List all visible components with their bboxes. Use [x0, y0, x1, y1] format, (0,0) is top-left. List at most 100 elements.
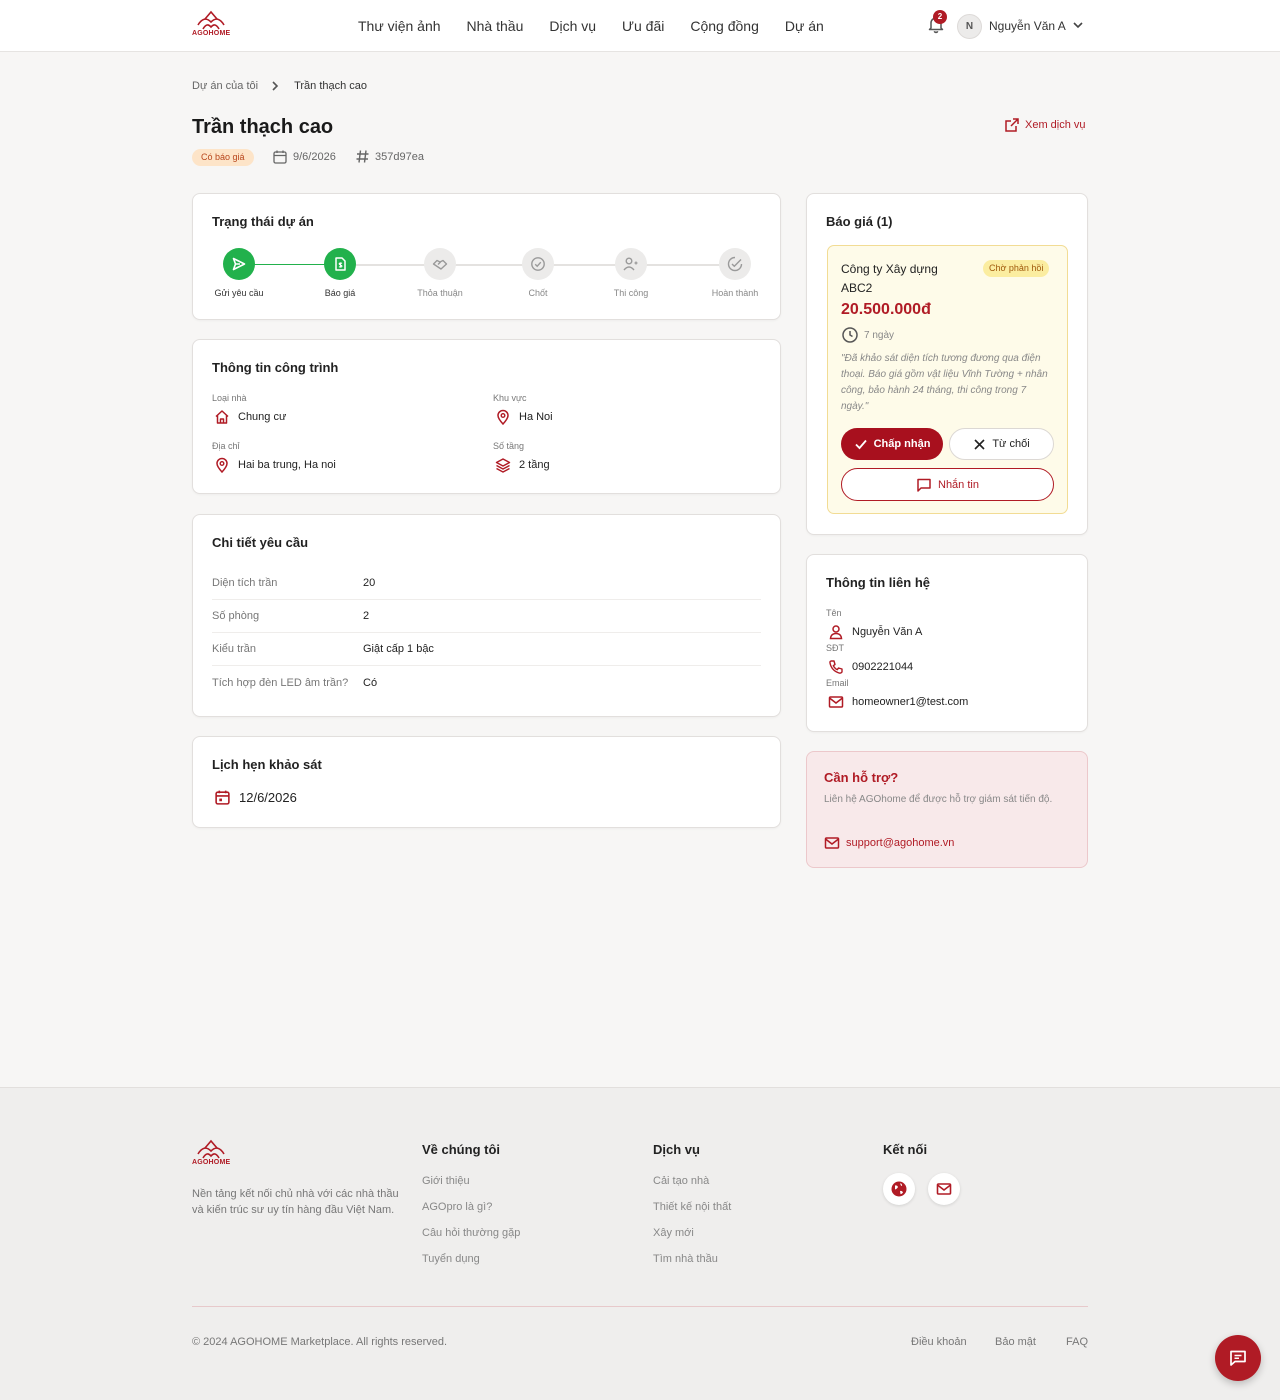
logo-text: AGOHOME [192, 1159, 231, 1166]
project-id: 357d97ea [355, 149, 424, 164]
quote-duration: 7 ngày [841, 326, 894, 344]
copyright-text: © 2024 AGOHOME Marketplace. All rights r… [192, 1336, 448, 1348]
quotes-card: Báo giá (1) Công ty Xây dựng ABC2 Chờ ph… [806, 193, 1088, 535]
map-pin-icon [497, 409, 509, 425]
mail-icon [936, 1183, 952, 1195]
area-value: Ha Noi [519, 411, 553, 423]
breadcrumb-my-projects[interactable]: Dự án của tôi [192, 80, 258, 92]
step-finalize: Chốt [498, 248, 578, 298]
nav-contractors[interactable]: Nhà thầu [467, 18, 524, 34]
house-type-value: Chung cư [238, 411, 287, 423]
logo-mark-icon [197, 1139, 225, 1159]
detail-value: Giật cấp 1 bậc [363, 643, 434, 655]
detail-value: 20 [363, 577, 376, 589]
detail-row: Số phòng 2 [212, 600, 761, 633]
contact-name: Nguyễn Văn A [828, 624, 922, 640]
handshake-icon [432, 259, 448, 270]
footer-link-faq-bottom[interactable]: FAQ [1066, 1336, 1088, 1348]
step-agreement: Thỏa thuận [400, 248, 480, 298]
chat-bubble-icon [1230, 1350, 1246, 1366]
view-service-label: Xem dịch vụ [1025, 119, 1086, 131]
project-status-badge: Có báo giá [192, 149, 254, 166]
chevron-right-icon [272, 81, 279, 91]
nav-offers[interactable]: Ưu đãi [622, 18, 664, 34]
view-service-link[interactable]: Xem dịch vụ [1004, 117, 1086, 133]
site-footer: AGOHOME Nền tảng kết nối chủ nhà với các… [0, 1087, 1280, 1400]
nav-community[interactable]: Cộng đồng [690, 18, 759, 34]
user-name[interactable]: Nguyễn Văn A [989, 19, 1066, 33]
quotes-title: Báo giá (1) [826, 214, 893, 229]
agohome-logo[interactable]: AGOHOME [192, 9, 230, 37]
nav-projects[interactable]: Dự án [785, 18, 824, 34]
accept-quote-button[interactable]: Chấp nhận [841, 428, 943, 460]
footer-link-privacy[interactable]: Bảo mật [995, 1336, 1036, 1348]
building-info-card: Thông tin công trình Loại nhà Chung cư K… [192, 339, 781, 494]
footer-link-terms[interactable]: Điều khoản [911, 1336, 967, 1348]
globe-icon [891, 1181, 907, 1197]
contact-name-label: Tên [826, 608, 842, 618]
area-label: Khu vực [493, 393, 527, 403]
phone-icon [829, 660, 843, 674]
chevron-down-icon[interactable] [1071, 18, 1085, 32]
mail-icon [824, 837, 840, 849]
contact-email: homeowner1@test.com [828, 694, 968, 710]
reject-quote-button[interactable]: Từ chối [949, 428, 1054, 460]
detail-key: Diện tích trần [212, 577, 278, 589]
footer-connect-column: Kết nối [883, 1142, 927, 1175]
floors-label: Số tầng [493, 441, 525, 451]
footer-link-careers[interactable]: Tuyển dụng [422, 1253, 520, 1267]
calendar-icon [273, 150, 287, 164]
support-email-text: support@agohome.vn [846, 837, 955, 849]
area: Ha Noi [495, 409, 553, 425]
footer-link-interior[interactable]: Thiết kế nội thất [653, 1201, 731, 1215]
website-button[interactable] [883, 1173, 915, 1205]
map-pin-icon [216, 457, 228, 473]
footer-link-new-build[interactable]: Xây mới [653, 1227, 731, 1241]
chat-fab-button[interactable] [1215, 1335, 1261, 1381]
nav-services[interactable]: Dịch vụ [549, 18, 596, 34]
footer-about-column: Về chúng tôi Giới thiệu AGOpro là gì? Câ… [422, 1142, 520, 1279]
user-avatar[interactable]: N [957, 14, 982, 39]
detail-value: Có [363, 676, 378, 689]
address: Hai ba trung, Ha noi [214, 457, 336, 473]
address-label: Địa chỉ [212, 441, 240, 451]
step-complete: Hoàn thành [695, 248, 775, 298]
support-email-link[interactable]: support@agohome.vn [824, 835, 954, 851]
detail-key: Kiểu trần [212, 643, 257, 655]
survey-title: Lịch hẹn khảo sát [212, 757, 322, 772]
footer-link-agopro[interactable]: AGOpro là gì? [422, 1201, 520, 1215]
step-construction: Thi công [591, 248, 671, 298]
detail-value: 2 [363, 610, 370, 622]
step-circle [223, 248, 255, 280]
message-contractor-button[interactable]: Nhắn tin [841, 468, 1054, 501]
survey-schedule-card: Lịch hẹn khảo sát 12/6/2026 [192, 736, 781, 828]
address-value: Hai ba trung, Ha noi [238, 459, 336, 471]
detail-row: Kiểu trần Giật cấp 1 bậc [212, 633, 761, 666]
home-icon [215, 410, 229, 424]
main-nav: Thư viện ảnh Nhà thầu Dịch vụ Ưu đãi Cộn… [358, 0, 850, 52]
chat-bubble-icon [917, 478, 931, 492]
layers-icon [495, 458, 511, 473]
footer-link-find-contractor[interactable]: Tìm nhà thầu [653, 1253, 731, 1267]
step-circle [324, 248, 356, 280]
notification-count-badge: 2 [933, 10, 947, 24]
footer-services-title: Dịch vụ [653, 1142, 700, 1157]
close-icon [974, 438, 985, 450]
message-label: Nhắn tin [938, 478, 979, 491]
footer-divider [192, 1306, 1088, 1307]
clock-icon [842, 327, 858, 343]
request-details-card: Chi tiết yêu cầu Diện tích trần 20 Số ph… [192, 514, 781, 717]
footer-link-faq[interactable]: Câu hỏi thường gặp [422, 1227, 520, 1241]
nav-gallery[interactable]: Thư viện ảnh [358, 18, 441, 34]
contact-email-label: Email [826, 678, 849, 688]
contact-title: Thông tin liên hệ [826, 575, 930, 590]
logo-mark-icon [197, 10, 225, 30]
footer-about-title: Về chúng tôi [422, 1142, 500, 1157]
footer-link-about[interactable]: Giới thiệu [422, 1175, 520, 1189]
email-button[interactable] [928, 1173, 960, 1205]
footer-link-renovation[interactable]: Cải tạo nhà [653, 1175, 731, 1189]
floors-value: 2 tầng [519, 459, 550, 471]
footer-logo[interactable]: AGOHOME [192, 1138, 230, 1166]
footer-description: Nền tảng kết nối chủ nhà với các nhà thầ… [192, 1188, 399, 1216]
step-circle [615, 248, 647, 280]
